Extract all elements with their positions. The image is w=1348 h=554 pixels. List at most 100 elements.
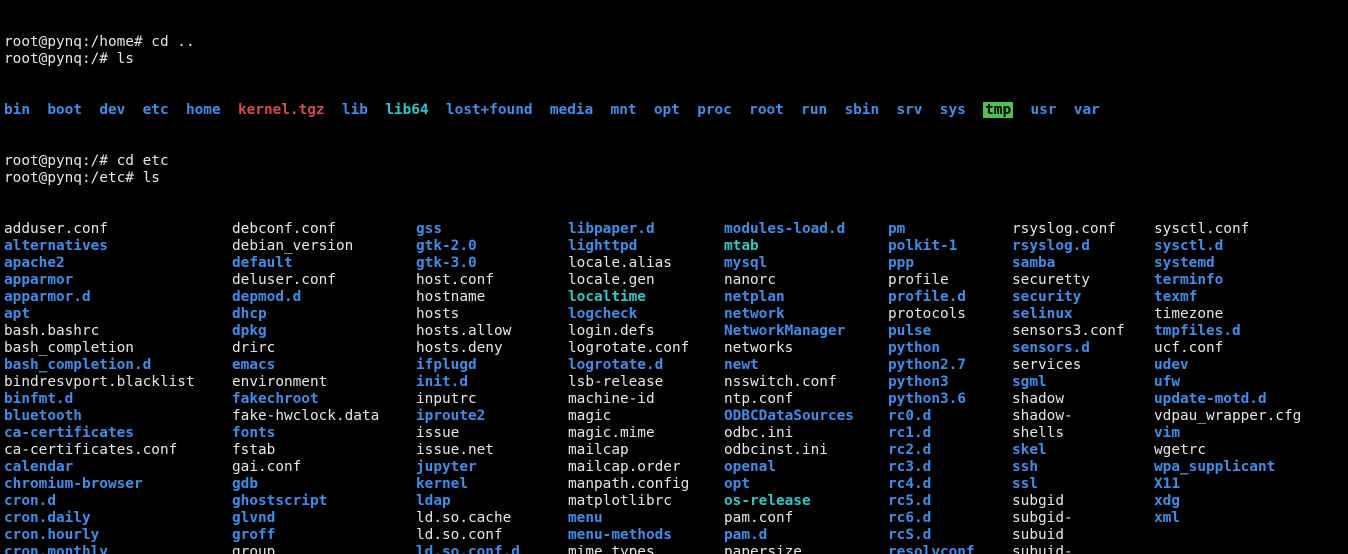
ls-entry-network: network	[724, 306, 888, 323]
ls-column: adduser.confalternativesapache2apparmora…	[4, 221, 232, 554]
ls-entry-x11: X11	[1154, 476, 1334, 493]
terminal-text: root@pynq:/etc# ls	[4, 170, 160, 186]
ls-entry-var: var	[1074, 102, 1100, 118]
ls-entry-environment: environment	[232, 374, 416, 391]
ls-column: sysctl.confsysctl.dsystemdterminfotexmft…	[1154, 221, 1334, 554]
ls-entry-protocols: protocols	[888, 306, 1012, 323]
ls-entry-papersize: papersize	[724, 544, 888, 554]
terminal-text: root@pynq:/# ls	[4, 51, 134, 67]
ls-entry-rc2-d: rc2.d	[888, 442, 1012, 459]
ls-entry-menu-methods: menu-methods	[568, 527, 724, 544]
ls-entry-dpkg: dpkg	[232, 323, 416, 340]
ls-entry-manpath-config: manpath.config	[568, 476, 724, 493]
ls-entry-subuid-: subuid-	[1012, 544, 1154, 554]
ls-entry-ca-certificates: ca-certificates	[4, 425, 232, 442]
ls-entry-pam-conf: pam.conf	[724, 510, 888, 527]
terminal[interactable]: root@pynq:/home# cd ..root@pynq:/# ls bi…	[0, 0, 1348, 554]
terminal-output-pre: root@pynq:/home# cd ..root@pynq:/# ls	[4, 34, 1344, 68]
ls-entry-dev: dev	[99, 102, 125, 118]
ls-entry-rc6-d: rc6.d	[888, 510, 1012, 527]
ls-entry-localtime: localtime	[568, 289, 724, 306]
ls-entry-dhcp: dhcp	[232, 306, 416, 323]
ls-entry-resolvconf: resolvconf	[888, 544, 1012, 554]
ls-entry-bin: bin	[4, 102, 30, 118]
ls-entry-fstab: fstab	[232, 442, 416, 459]
ls-entry-sysctl-conf: sysctl.conf	[1154, 221, 1334, 238]
ls-entry-cron-daily: cron.daily	[4, 510, 232, 527]
ls-entry-logrotate-d: logrotate.d	[568, 357, 724, 374]
ls-entry-glvnd: glvnd	[232, 510, 416, 527]
ls-entry-host-conf: host.conf	[416, 272, 568, 289]
ls-entry-mime-types: mime.types	[568, 544, 724, 554]
ls-column: libpaper.dlighttpdlocale.aliaslocale.gen…	[568, 221, 724, 554]
ls-entry-init-d: init.d	[416, 374, 568, 391]
ls-entry-python3-6: python3.6	[888, 391, 1012, 408]
ls-entry-openal: openal	[724, 459, 888, 476]
ls-root-output: bin boot dev etc home kernel.tgz lib lib…	[4, 102, 1344, 119]
ls-entry-python2-7: python2.7	[888, 357, 1012, 374]
ls-entry-sys: sys	[940, 102, 966, 118]
ls-entry-newt: newt	[724, 357, 888, 374]
ls-entry-ppp: ppp	[888, 255, 1012, 272]
ls-entry-bash-completion: bash_completion	[4, 340, 232, 357]
ls-entry-wgetrc: wgetrc	[1154, 442, 1334, 459]
ls-entry-ifplugd: ifplugd	[416, 357, 568, 374]
ls-entry-ldap: ldap	[416, 493, 568, 510]
ls-entry-mnt: mnt	[611, 102, 637, 118]
ls-entry-pulse: pulse	[888, 323, 1012, 340]
ls-entry-pm: pm	[888, 221, 1012, 238]
pre-line: root@pynq:/# ls	[4, 51, 1344, 68]
ls-entry-fonts: fonts	[232, 425, 416, 442]
ls-entry-samba: samba	[1012, 255, 1154, 272]
ls-entry-media: media	[550, 102, 593, 118]
ls-entry-alternatives: alternatives	[4, 238, 232, 255]
ls-entry-pam-d: pam.d	[724, 527, 888, 544]
ls-entry-usr: usr	[1030, 102, 1056, 118]
ls-entry-rc5-d: rc5.d	[888, 493, 1012, 510]
ls-entry-shadow-: shadow-	[1012, 408, 1154, 425]
ls-entry-apparmor: apparmor	[4, 272, 232, 289]
ls-entry-sbin: sbin	[844, 102, 879, 118]
ls-entry-issue-net: issue.net	[416, 442, 568, 459]
ls-entry-subgid: subgid	[1012, 493, 1154, 510]
ls-entry-kernel-tgz: kernel.tgz	[238, 102, 325, 118]
ls-entry-terminfo: terminfo	[1154, 272, 1334, 289]
ls-entry-root: root	[749, 102, 784, 118]
ls-entry-ufw: ufw	[1154, 374, 1334, 391]
ls-column: debconf.confdebian_versiondefaultdeluser…	[232, 221, 416, 554]
ls-entry-apparmor-d: apparmor.d	[4, 289, 232, 306]
ls-entry-login-defs: login.defs	[568, 323, 724, 340]
ls-entry-logcheck: logcheck	[568, 306, 724, 323]
ls-entry-deluser-conf: deluser.conf	[232, 272, 416, 289]
ls-entry-home: home	[186, 102, 221, 118]
ls-entry-gss: gss	[416, 221, 568, 238]
ls-entry-subuid: subuid	[1012, 527, 1154, 544]
ls-entry-mysql: mysql	[724, 255, 888, 272]
terminal-text: root@pynq:/# cd etc	[4, 153, 169, 169]
ls-entry-bluetooth: bluetooth	[4, 408, 232, 425]
ls-entry-sensors-d: sensors.d	[1012, 340, 1154, 357]
ls-entry-magic-mime: magic.mime	[568, 425, 724, 442]
ls-entry-boot: boot	[47, 102, 82, 118]
ls-entry-networks: networks	[724, 340, 888, 357]
ls-entry-ghostscript: ghostscript	[232, 493, 416, 510]
ls-entry-jupyter: jupyter	[416, 459, 568, 476]
terminal-text: root@pynq:/home# cd ..	[4, 34, 195, 50]
ls-entry-odbc-ini: odbc.ini	[724, 425, 888, 442]
ls-entry-menu: menu	[568, 510, 724, 527]
ls-entry-udev: udev	[1154, 357, 1334, 374]
ls-entry-opt: opt	[724, 476, 888, 493]
ls-entry-gtk-3-0: gtk-3.0	[416, 255, 568, 272]
ls-entry-timezone: timezone	[1154, 306, 1334, 323]
ls-entry-sensors3-conf: sensors3.conf	[1012, 323, 1154, 340]
ls-entry-opt: opt	[654, 102, 680, 118]
mid-line: root@pynq:/etc# ls	[4, 170, 1344, 187]
ls-entry-hosts-deny: hosts.deny	[416, 340, 568, 357]
ls-entry-mailcap-order: mailcap.order	[568, 459, 724, 476]
ls-entry-xdg: xdg	[1154, 493, 1334, 510]
ls-entry-subgid-: subgid-	[1012, 510, 1154, 527]
ls-entry-ntp-conf: ntp.conf	[724, 391, 888, 408]
ls-entry-vdpau-wrapper-cfg: vdpau_wrapper.cfg	[1154, 408, 1334, 425]
ls-entry-locale-alias: locale.alias	[568, 255, 724, 272]
ls-entry-hostname: hostname	[416, 289, 568, 306]
